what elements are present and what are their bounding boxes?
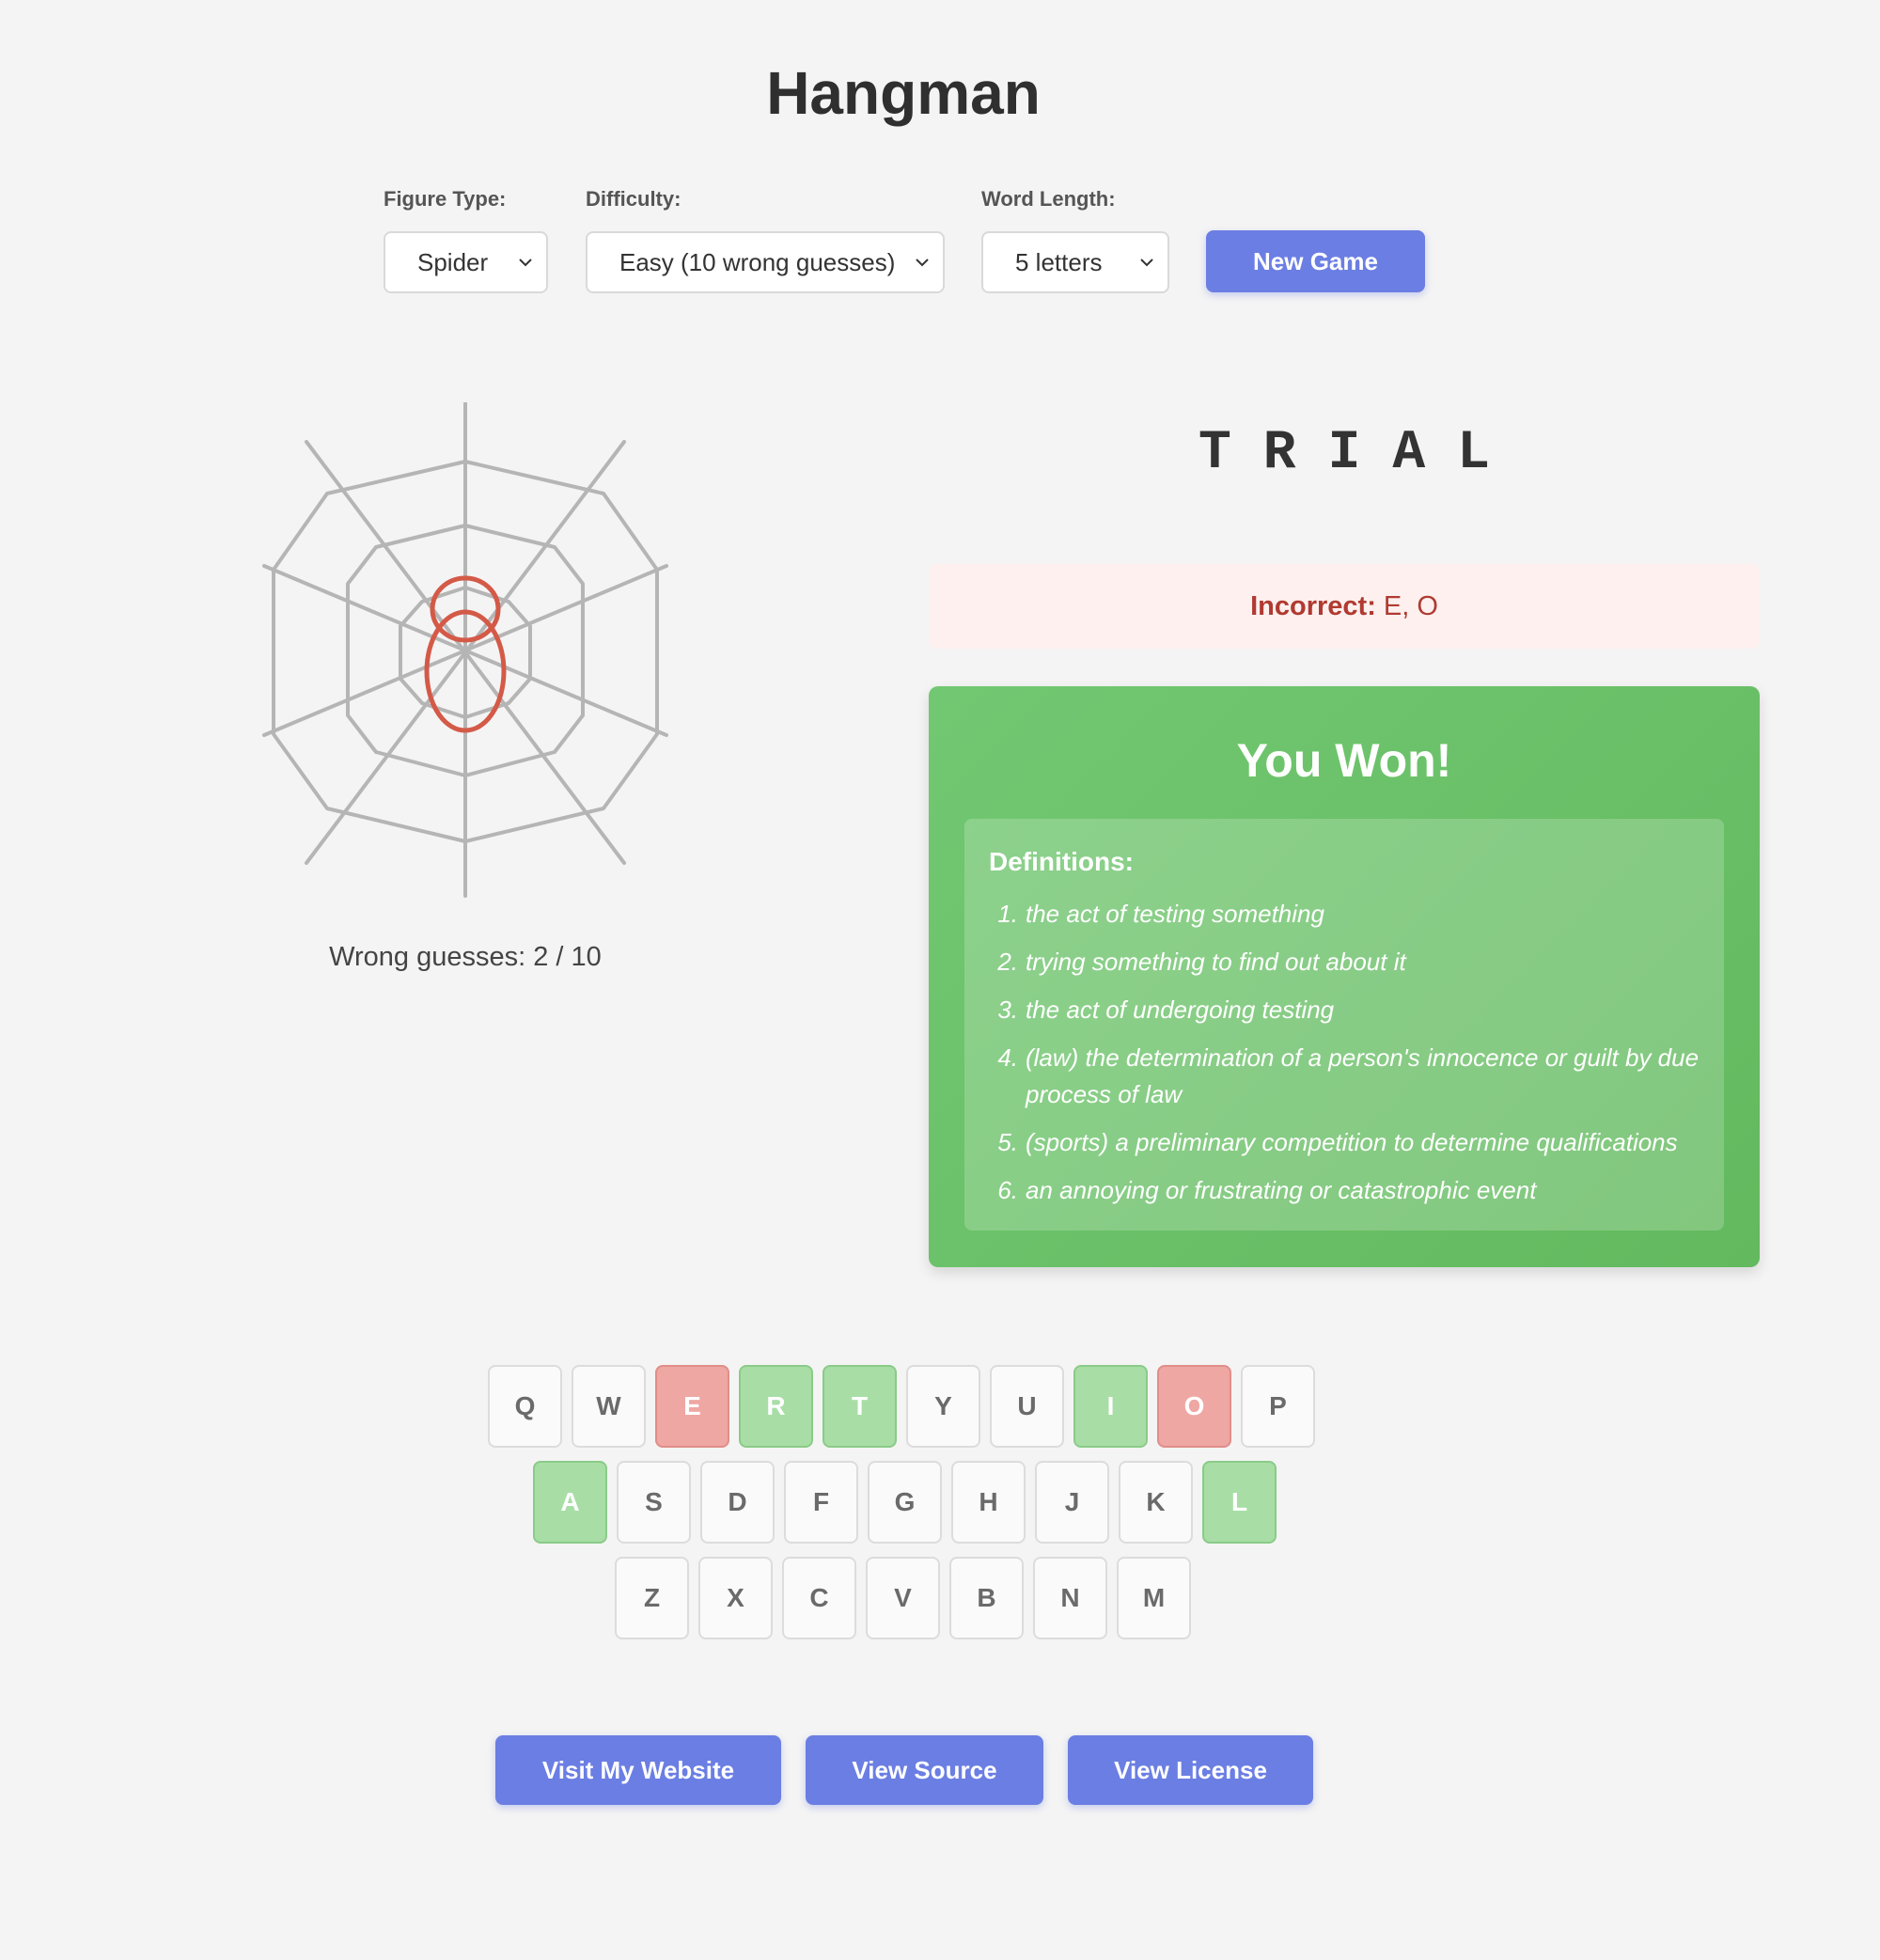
key-q[interactable]: Q — [488, 1365, 562, 1448]
wrong-guesses-counter: Wrong guesses: 2 / 10 — [329, 942, 602, 972]
key-b[interactable]: B — [949, 1557, 1024, 1639]
key-f[interactable]: F — [784, 1461, 858, 1544]
definition-number: 3. — [997, 996, 1018, 1024]
keyboard-row-1: QWERTYUIOP — [488, 1365, 1324, 1448]
definition-number: 4. — [997, 1043, 1018, 1072]
definition-item: 3. the act of undergoing testing — [989, 992, 1713, 1028]
difficulty-label: Difficulty: — [586, 187, 682, 211]
key-p[interactable]: P — [1241, 1365, 1315, 1448]
key-g[interactable]: G — [868, 1461, 942, 1544]
difficulty-control: Difficulty: Easy (10 wrong guesses) — [586, 186, 945, 293]
definitions-heading: Definitions: — [989, 847, 1134, 876]
incorrect-letters-panel: Incorrect: E, O — [929, 564, 1760, 649]
web — [262, 402, 668, 898]
key-e[interactable]: E — [655, 1365, 729, 1448]
definition-text: the act of testing something — [1026, 900, 1324, 928]
chevron-down-icon — [519, 259, 532, 267]
key-r[interactable]: R — [739, 1365, 813, 1448]
word-length-control: Word Length: 5 letters — [981, 186, 1169, 293]
definition-item: 2. trying something to find out about it — [989, 944, 1713, 980]
view-license-button[interactable]: View License — [1068, 1735, 1313, 1805]
keyboard-row-2: ASDFGHJKL — [533, 1461, 1286, 1544]
figure-type-value: Spider — [417, 247, 489, 276]
win-title: You Won! — [1236, 734, 1452, 787]
key-o[interactable]: O — [1157, 1365, 1231, 1448]
figure-type-label: Figure Type: — [384, 187, 507, 211]
keyboard-row-3: ZXCVBNM — [615, 1557, 1200, 1639]
definition-item: 5. (sports) a preliminary competition to … — [989, 1124, 1713, 1161]
key-a[interactable]: A — [533, 1461, 607, 1544]
word-length-select[interactable]: 5 letters — [981, 231, 1169, 293]
definition-item: 4. (law) the determination of a person's … — [989, 1040, 1713, 1113]
word-length-label: Word Length: — [981, 187, 1116, 211]
definition-number: 5. — [997, 1128, 1018, 1156]
key-l[interactable]: L — [1202, 1461, 1277, 1544]
key-i[interactable]: I — [1073, 1365, 1148, 1448]
figure-type-select[interactable]: Spider — [384, 231, 548, 293]
key-z[interactable]: Z — [615, 1557, 689, 1639]
key-k[interactable]: K — [1119, 1461, 1193, 1544]
definition-number: 1. — [997, 900, 1018, 928]
definition-item: 1. the act of testing something — [989, 896, 1713, 933]
chevron-down-icon — [1140, 259, 1153, 267]
page-title: Hangman — [766, 59, 1041, 127]
definition-number: 2. — [997, 948, 1018, 976]
definition-text: (law) the determination of a person's in… — [1026, 1043, 1700, 1108]
definitions-list: 1. the act of testing something 2. trying … — [989, 896, 1713, 1220]
incorrect-letters: E, O — [1383, 590, 1438, 621]
key-d[interactable]: D — [700, 1461, 775, 1544]
key-h[interactable]: H — [951, 1461, 1026, 1544]
difficulty-select[interactable]: Easy (10 wrong guesses) — [586, 231, 945, 293]
definition-text: (sports) a preliminary competition to de… — [1026, 1128, 1678, 1156]
key-y[interactable]: Y — [906, 1365, 980, 1448]
chevron-down-icon — [916, 259, 929, 267]
spider-web-figure — [262, 402, 668, 898]
key-j[interactable]: J — [1035, 1461, 1109, 1544]
key-m[interactable]: M — [1117, 1557, 1191, 1639]
definition-text: the act of undergoing testing — [1026, 996, 1335, 1024]
key-c[interactable]: C — [782, 1557, 856, 1639]
key-u[interactable]: U — [990, 1365, 1064, 1448]
win-panel: You Won! Definitions: 1. the act of testi… — [929, 686, 1760, 1267]
word-length-value: 5 letters — [1015, 247, 1103, 276]
key-n[interactable]: N — [1033, 1557, 1107, 1639]
key-t[interactable]: T — [822, 1365, 897, 1448]
definition-item: 6. an annoying or frustrating or catastro… — [989, 1172, 1713, 1209]
new-game-button[interactable]: New Game — [1206, 230, 1425, 292]
key-v[interactable]: V — [866, 1557, 940, 1639]
key-x[interactable]: X — [698, 1557, 773, 1639]
visit-website-button[interactable]: Visit My Website — [495, 1735, 781, 1805]
view-source-button[interactable]: View Source — [806, 1735, 1043, 1805]
difficulty-value: Easy (10 wrong guesses) — [619, 247, 896, 276]
definition-text: an annoying or frustrating or catastroph… — [1026, 1176, 1537, 1204]
definition-number: 6. — [997, 1176, 1018, 1204]
key-w[interactable]: W — [572, 1365, 646, 1448]
key-s[interactable]: S — [617, 1461, 691, 1544]
definitions-box: Definitions: 1. the act of testing someth… — [964, 819, 1724, 1231]
figure-type-control: Figure Type: Spider — [384, 186, 548, 293]
definition-text: trying something to find out about it — [1026, 948, 1406, 976]
incorrect-label: Incorrect: — [1250, 590, 1376, 621]
word-display: TRIAL — [1198, 423, 1523, 484]
